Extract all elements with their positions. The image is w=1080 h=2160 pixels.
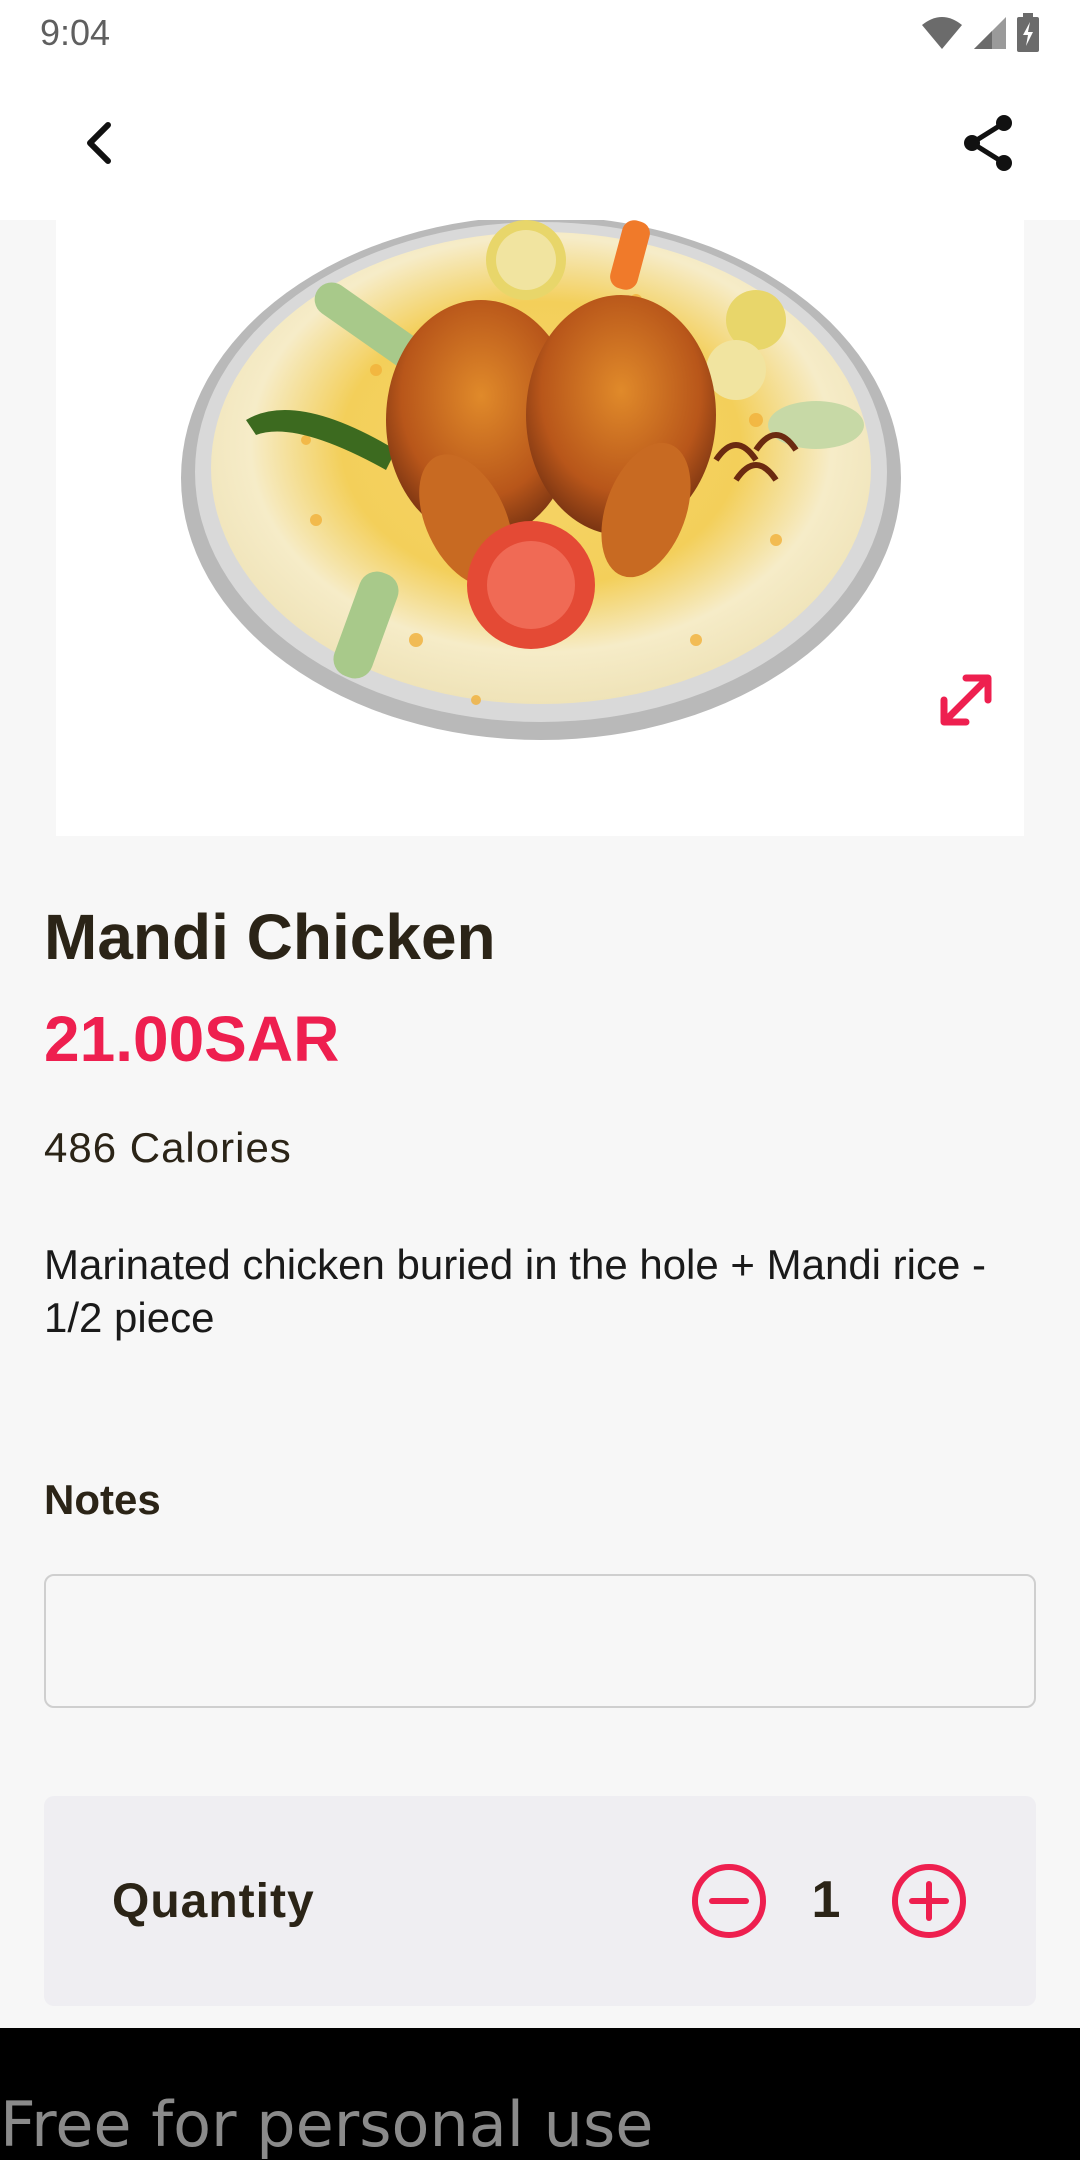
expand-icon [940, 674, 992, 726]
signal-icon [974, 17, 1006, 49]
product-image[interactable] [56, 220, 1024, 836]
back-button[interactable] [64, 107, 136, 179]
product-calories: 486 Calories [44, 1124, 292, 1171]
product-price: 21.00SAR [44, 1003, 340, 1075]
quantity-value: 1 [811, 1871, 841, 1929]
status-bar: 9:04 [0, 0, 1080, 66]
status-time: 9:04 [40, 12, 111, 53]
wifi-icon [922, 17, 962, 49]
quantity-card: Quantity 1 [44, 1796, 1036, 2006]
share-button[interactable] [952, 107, 1024, 179]
watermark-text: Free for personal use [0, 2088, 654, 2160]
product-description: Marinated chicken buried in the hole + M… [44, 1241, 987, 1341]
app-bar [0, 66, 1080, 220]
increase-quantity-button[interactable] [890, 1862, 968, 1940]
footer-bar: Free for personal use [0, 2028, 1080, 2160]
notes-label: Notes [44, 1476, 161, 1523]
decrease-quantity-button[interactable] [690, 1862, 768, 1940]
product-title: Mandi Chicken [44, 901, 496, 973]
plus-circle-icon [892, 1864, 966, 1938]
battery-icon [1017, 13, 1039, 52]
minus-circle-icon [692, 1864, 766, 1938]
share-icon [964, 115, 1012, 171]
food-image [181, 220, 901, 740]
notes-input[interactable] [44, 1574, 1036, 1708]
expand-image-button[interactable] [926, 660, 1006, 740]
chevron-left-icon [87, 122, 111, 164]
quantity-label: Quantity [112, 1875, 315, 1928]
status-icons [920, 13, 1040, 53]
